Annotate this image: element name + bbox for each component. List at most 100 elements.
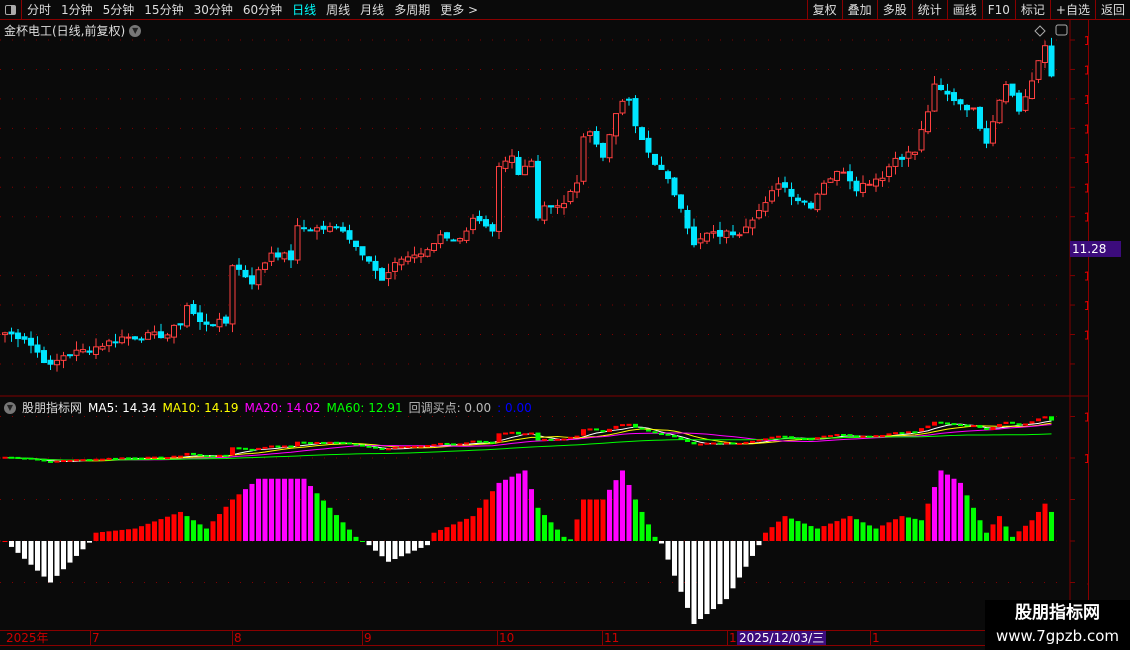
candle-body <box>372 260 379 271</box>
ma10-value: MA10: 14.19 <box>162 400 239 415</box>
histogram-bar <box>490 491 495 541</box>
mini-candle <box>340 441 346 444</box>
current-price-tag: 11.28 <box>1070 241 1121 257</box>
histogram-bar <box>9 541 14 547</box>
histogram-bar <box>321 500 326 541</box>
histogram-bar <box>698 541 703 620</box>
candle-body <box>983 128 990 144</box>
mini-candle <box>633 423 638 428</box>
mini-candle <box>561 438 567 441</box>
mini-candle <box>100 458 105 461</box>
mini-candle <box>1042 416 1048 419</box>
mini-candle <box>509 431 515 434</box>
mini-candle <box>470 440 476 443</box>
candle-body <box>1029 80 1035 99</box>
mini-candle <box>295 441 300 447</box>
candle-body <box>600 142 606 158</box>
mini-candle <box>685 439 690 442</box>
mini-candle <box>782 435 788 438</box>
histogram-bar <box>119 529 125 541</box>
candle-body <box>938 84 944 91</box>
histogram-bar <box>1016 531 1022 541</box>
candle-body <box>925 111 931 133</box>
candle-body <box>821 182 827 195</box>
mini-candle <box>1016 423 1022 426</box>
candle-body <box>470 217 476 231</box>
mini-candle <box>327 441 333 444</box>
mini-candle <box>880 434 885 437</box>
mini-candle <box>717 442 723 445</box>
candle-body <box>190 304 197 315</box>
candle-body <box>164 334 171 339</box>
candle-body <box>1022 96 1029 111</box>
candle-body <box>34 344 41 353</box>
candle-body <box>684 209 691 229</box>
date-label: 8 <box>232 631 242 646</box>
mini-candle <box>1029 421 1035 424</box>
histogram-bar <box>2 541 8 542</box>
candle-body <box>743 226 749 234</box>
histogram-bar <box>763 532 768 541</box>
mini-candle <box>204 455 209 458</box>
candle-body <box>41 350 47 364</box>
candle-body <box>834 170 840 181</box>
candle-body <box>944 90 951 95</box>
histogram-bar <box>873 528 879 541</box>
mini-candle <box>860 435 866 438</box>
candle-body <box>314 227 320 232</box>
histogram-bar <box>834 521 840 541</box>
mini-candle <box>1010 421 1015 424</box>
histogram-bar <box>958 482 963 541</box>
candle-body <box>28 337 34 346</box>
mini-candle <box>951 423 957 426</box>
candle-body <box>398 258 405 266</box>
candle-body <box>359 246 366 256</box>
mini-candle <box>743 441 749 444</box>
mini-candle <box>457 443 463 446</box>
mini-candle <box>789 436 794 439</box>
ma20-line <box>4 424 1052 461</box>
candle-body <box>613 113 619 137</box>
histogram-bar <box>925 503 931 541</box>
candle-body <box>99 345 106 350</box>
mini-candle <box>613 425 619 429</box>
histogram-bar <box>886 522 892 541</box>
histogram-bar <box>665 541 671 560</box>
candle-body <box>639 127 645 141</box>
candle-body <box>697 238 704 244</box>
mini-candle <box>639 427 645 430</box>
mini-candle <box>704 442 710 445</box>
indicator-name[interactable]: 股朋指标网 <box>22 399 82 416</box>
mini-candle <box>529 432 534 435</box>
histogram-bar <box>691 541 697 624</box>
mini-candle <box>379 447 385 450</box>
mini-candle <box>659 433 664 436</box>
histogram-bar <box>249 483 255 541</box>
histogram-bar <box>314 493 320 541</box>
histogram-bar <box>997 516 1002 541</box>
mini-candle <box>431 444 437 447</box>
histogram-bar <box>802 523 807 541</box>
histogram-bar <box>477 507 482 541</box>
histogram-bar <box>54 541 60 576</box>
mini-candle <box>815 437 820 440</box>
mini-candle <box>171 455 177 458</box>
candle-body <box>262 262 268 270</box>
histogram-bar <box>646 524 651 541</box>
candle-body <box>814 193 821 211</box>
histogram-bar <box>184 516 190 541</box>
candle-body <box>678 194 684 209</box>
histogram-bar <box>555 529 560 541</box>
candle-body <box>671 177 678 196</box>
kline-chart[interactable]: 15.0014.5014.0013.5013.0012.5012.0011.00… <box>0 0 1130 650</box>
histogram-bar <box>652 536 658 541</box>
histogram-bar <box>360 541 365 542</box>
histogram-bar <box>236 494 242 541</box>
histogram-bar <box>522 470 528 541</box>
mini-candle <box>451 443 456 446</box>
mini-candle <box>405 446 411 449</box>
chevron-down-icon[interactable]: ▼ <box>4 401 16 414</box>
histogram-bar <box>912 518 918 541</box>
candle-body <box>918 129 925 151</box>
mini-candle <box>347 442 352 445</box>
